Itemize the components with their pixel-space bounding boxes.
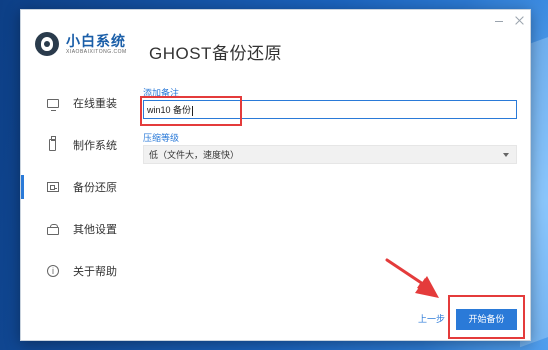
brand-url: XIAOBAIXITONG.COM — [66, 48, 127, 55]
sidebar-item-about-help[interactable]: i 关于帮助 — [21, 250, 126, 292]
app-logo: 小白系统 XIAOBAIXITONG.COM — [35, 32, 127, 56]
monitor-icon — [47, 98, 59, 111]
logo-text: 小白系统 XIAOBAIXITONG.COM — [66, 33, 127, 56]
sidebar-item-label: 备份还原 — [73, 182, 117, 194]
sidebar-item-other-settings[interactable]: 其他设置 — [21, 208, 126, 250]
sidebar-item-online-reinstall[interactable]: 在线重装 — [21, 82, 126, 124]
brand-name: 小白系统 — [66, 32, 126, 49]
chevron-down-icon — [503, 153, 509, 157]
sidebar-item-label: 其他设置 — [73, 224, 117, 236]
usb-drive-icon — [49, 136, 56, 151]
compression-label: 压缩等级 — [143, 133, 180, 143]
prev-step-link[interactable]: 上一步 — [418, 312, 445, 325]
sidebar-item-make-system[interactable]: 制作系统 — [21, 124, 126, 166]
close-icon[interactable] — [514, 16, 524, 26]
info-icon: i — [47, 265, 59, 277]
sidebar: 在线重装 制作系统 备份还原 其他设置 i 关于帮助 — [21, 82, 126, 292]
page-title: GHOST备份还原 — [149, 44, 282, 63]
compression-select[interactable]: 低（文件大，速度快） — [143, 145, 517, 164]
sidebar-item-label: 制作系统 — [73, 140, 117, 152]
logo-icon — [35, 32, 59, 56]
window-controls — [494, 16, 524, 26]
backup-icon — [47, 182, 59, 192]
app-window: 小白系统 XIAOBAIXITONG.COM GHOST备份还原 在线重装 制作… — [20, 9, 531, 341]
annotation-highlight-start — [448, 295, 525, 339]
sidebar-item-label: 在线重装 — [73, 98, 117, 110]
toolbox-icon — [47, 224, 59, 235]
compression-select-value: 低（文件大，速度快） — [149, 150, 240, 160]
sidebar-item-backup-restore[interactable]: 备份还原 — [21, 166, 126, 208]
minimize-icon[interactable] — [494, 16, 504, 26]
annotation-highlight-note — [140, 96, 242, 126]
sidebar-item-label: 关于帮助 — [73, 266, 117, 278]
